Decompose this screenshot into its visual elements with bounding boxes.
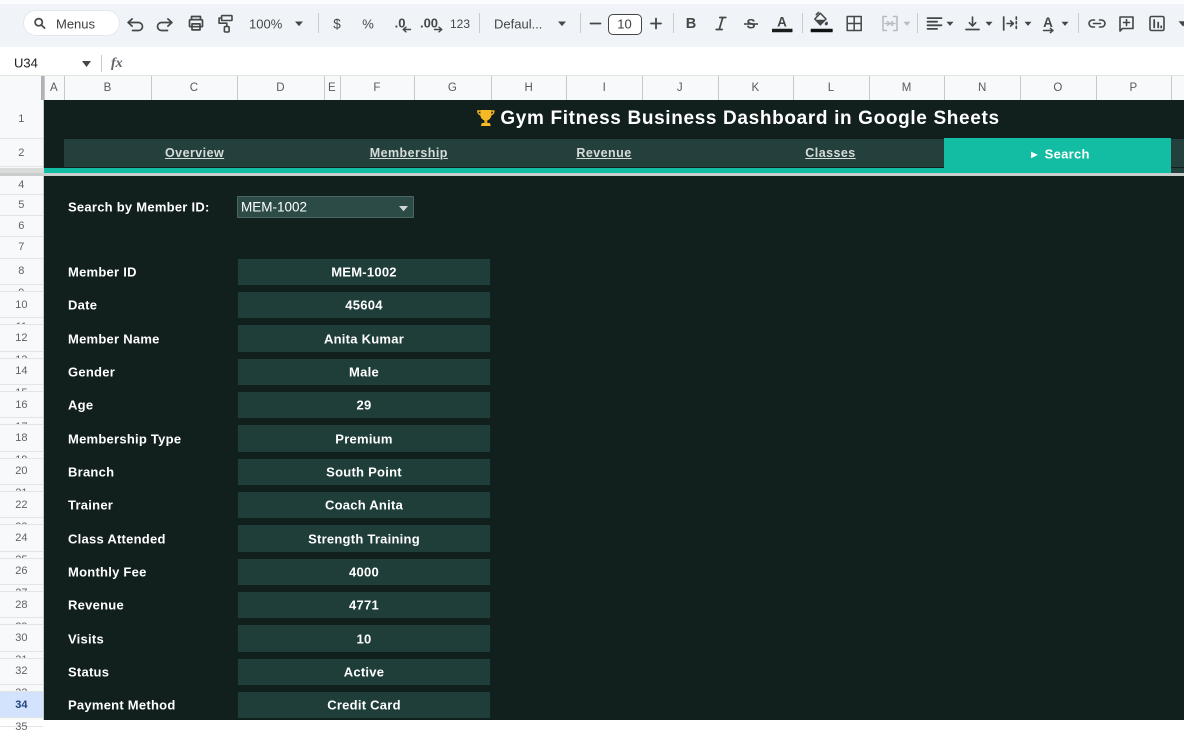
svg-text:A: A <box>1043 15 1053 30</box>
svg-text:A: A <box>777 15 787 30</box>
